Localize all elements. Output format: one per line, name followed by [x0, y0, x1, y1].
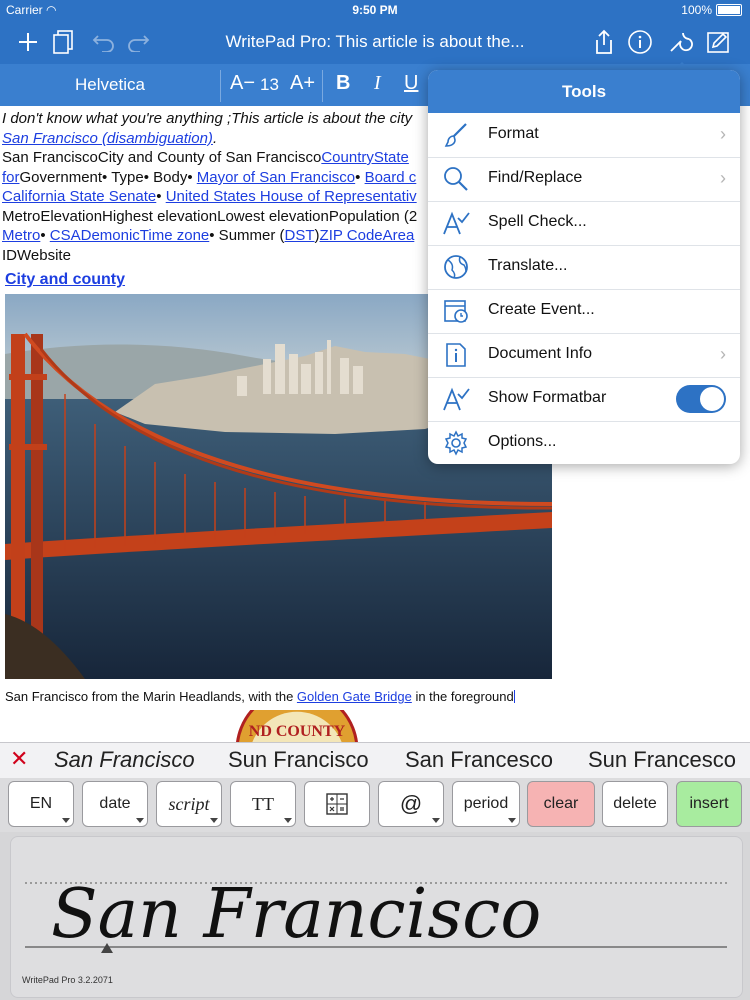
- edit-icon[interactable]: [704, 28, 732, 56]
- info-icon[interactable]: [626, 28, 654, 56]
- chevron-right-icon: ›: [720, 124, 726, 144]
- language-key[interactable]: EN: [8, 781, 74, 827]
- tools-item-options[interactable]: Options...: [428, 421, 740, 464]
- formatbar-icon: [443, 387, 470, 411]
- house-link[interactable]: United States House of Representativ: [166, 188, 417, 205]
- golden-gate-link[interactable]: Golden Gate Bridge: [297, 689, 412, 704]
- at-key[interactable]: @: [378, 781, 444, 827]
- wrench-icon[interactable]: [666, 28, 694, 56]
- suggestion-item[interactable]: San Francesco: [405, 747, 553, 773]
- calculator-icon: [326, 793, 348, 815]
- text-case-key[interactable]: TT: [230, 781, 296, 827]
- doc-line: MetroElevationHighest elevationLowest el…: [2, 208, 418, 225]
- close-icon[interactable]: ✕: [10, 746, 28, 772]
- tools-item-label: Document Info: [488, 345, 593, 362]
- tools-title: Tools: [428, 70, 740, 113]
- status-bar: Carrier ◠ 9:50 PM 100%: [0, 0, 750, 20]
- doc-line: California State Senate• United States H…: [2, 188, 417, 205]
- version-label: WritePad Pro 3.2.2071: [22, 975, 113, 985]
- info-icon: [446, 343, 466, 367]
- mayor-link[interactable]: Mayor of San Francisco: [197, 169, 355, 186]
- doc-line: forGovernment• Type• Body• Mayor of San …: [2, 169, 417, 186]
- chevron-right-icon: ›: [720, 168, 726, 188]
- chevron-right-icon: ›: [720, 344, 726, 364]
- calendar-icon: [444, 300, 468, 323]
- gear-icon: [444, 430, 468, 456]
- handwriting-strokes: San Francisco: [25, 875, 727, 954]
- doc-line: Metro• CSADemonicTime zone• Summer (DST)…: [2, 227, 415, 244]
- metro-link[interactable]: Metro: [2, 227, 40, 244]
- globe-icon: [444, 255, 468, 279]
- tools-item-spell-check[interactable]: Spell Check...: [428, 201, 740, 246]
- font-size-value: 13: [260, 75, 279, 94]
- tools-item-label: Find/Replace: [488, 169, 583, 186]
- handwriting-panel[interactable]: San Francisco WritePad Pro 3.2.2071: [0, 832, 750, 1000]
- writepad-keys: EN date script TT @ period clear delete …: [0, 778, 750, 832]
- seal-text: ND COUNTY: [249, 723, 346, 740]
- doc-line: San FranciscoCity and County of San Fran…: [2, 149, 409, 166]
- share-icon[interactable]: [590, 28, 618, 56]
- tools-item-document-info[interactable]: Document Info ›: [428, 333, 740, 378]
- period-key[interactable]: period: [452, 781, 520, 827]
- suggestion-item[interactable]: San Francisco: [54, 747, 195, 773]
- search-icon: [444, 167, 468, 191]
- tools-item-label: Options...: [488, 433, 557, 450]
- city-seal-image: ND COUNTY: [232, 688, 362, 742]
- timezone-link[interactable]: CSADemonicTime zone: [50, 227, 210, 244]
- italic-icon[interactable]: I: [374, 72, 381, 95]
- tools-item-create-event[interactable]: Create Event...: [428, 289, 740, 334]
- tools-item-label: Translate...: [488, 257, 568, 274]
- tools-item-show-formatbar[interactable]: Show Formatbar: [428, 377, 740, 422]
- brush-icon: [444, 123, 467, 147]
- photo-caption: San Francisco from the Marin Headlands, …: [5, 689, 515, 704]
- decrease-font-icon[interactable]: A−: [230, 72, 255, 95]
- tools-item-label: Show Formatbar: [488, 389, 607, 406]
- country-state-link[interactable]: CountryState: [321, 149, 409, 166]
- tools-item-label: Create Event...: [488, 301, 595, 318]
- date-key[interactable]: date: [82, 781, 148, 827]
- suggestion-item[interactable]: Sun Francesco: [588, 747, 736, 773]
- toggle-knob: [700, 387, 724, 411]
- bold-icon[interactable]: B: [336, 72, 350, 95]
- tools-item-label: Format: [488, 125, 539, 142]
- battery-percent: 100%: [681, 3, 712, 17]
- battery-icon: [716, 4, 742, 16]
- battery-indicator: 100%: [681, 3, 742, 17]
- divider: [220, 70, 221, 102]
- show-formatbar-toggle[interactable]: [676, 385, 726, 413]
- insert-key[interactable]: insert: [676, 781, 742, 827]
- increase-font-icon[interactable]: A+: [290, 72, 315, 95]
- clear-key[interactable]: clear: [527, 781, 595, 827]
- tools-item-translate[interactable]: Translate...: [428, 245, 740, 290]
- underline-icon[interactable]: U: [404, 72, 418, 95]
- calculator-key[interactable]: [304, 781, 370, 827]
- board-link[interactable]: Board c: [365, 169, 417, 186]
- tools-item-find-replace[interactable]: Find/Replace ›: [428, 157, 740, 202]
- navigation-bar: WritePad Pro: This article is about the.…: [0, 20, 750, 64]
- section-heading: City and county: [5, 270, 125, 290]
- writing-area[interactable]: San Francisco: [10, 836, 743, 998]
- zip-link[interactable]: ZIP CodeArea: [320, 227, 415, 244]
- tools-item-label: Spell Check...: [488, 213, 587, 230]
- suggestions-bar: ✕ San Francisco Sun Francisco San France…: [0, 742, 750, 779]
- doc-line: IDWebsite: [2, 247, 71, 264]
- tools-item-format[interactable]: Format ›: [428, 113, 740, 158]
- dst-link[interactable]: DST: [285, 227, 315, 244]
- font-picker[interactable]: Helvetica: [0, 75, 220, 95]
- handwriting-text: San Francisco: [51, 875, 541, 954]
- doc-line: I don't know what you're anything ;This …: [2, 110, 413, 127]
- suggestion-item[interactable]: Sun Francisco: [228, 747, 369, 773]
- clock: 9:50 PM: [352, 3, 398, 17]
- disambiguation-link[interactable]: San Francisco (disambiguation): [2, 130, 213, 147]
- divider: [322, 70, 323, 102]
- city-county-link[interactable]: City and county: [5, 271, 125, 288]
- script-key[interactable]: script: [156, 781, 222, 827]
- for-link[interactable]: for: [2, 169, 20, 186]
- state-senate-link[interactable]: California State Senate: [2, 188, 156, 205]
- doc-line: San Francisco (disambiguation).: [2, 130, 218, 147]
- spellcheck-icon: [443, 211, 470, 235]
- tools-popover: Tools Format › Find/Replace › Spell Chec…: [428, 70, 740, 464]
- delete-key[interactable]: delete: [602, 781, 668, 827]
